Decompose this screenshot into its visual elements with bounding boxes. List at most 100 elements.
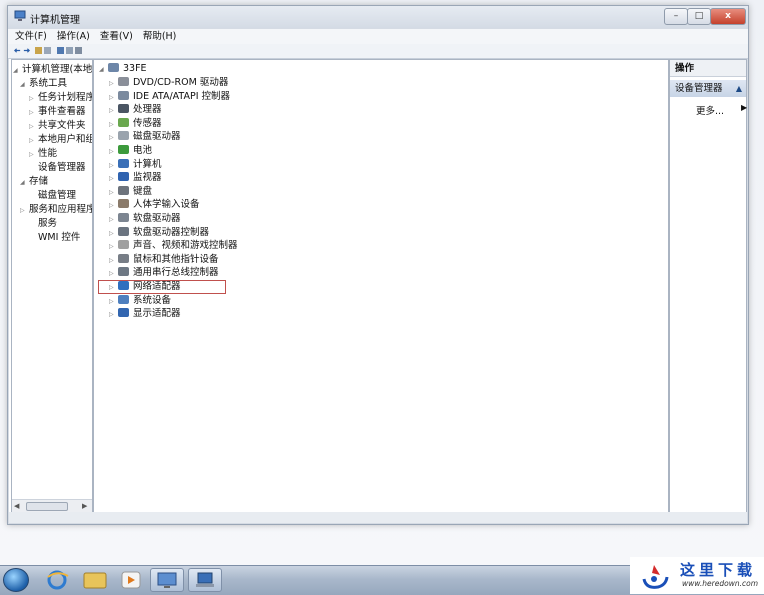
taskbar-media-player-icon[interactable] <box>114 568 148 592</box>
taskbar-ie-icon[interactable] <box>40 568 74 592</box>
tree-item-device-manager[interactable]: 设备管理器 <box>29 161 86 174</box>
expand-arrow-icon[interactable]: ▷ <box>109 145 118 158</box>
tree-item-computer-management[interactable]: ◢ 计算机管理(本地 <box>13 63 92 76</box>
expand-arrow-icon[interactable]: ▷ <box>20 204 29 217</box>
menu-action[interactable]: 操作(A) <box>50 29 90 44</box>
scroll-thumb[interactable] <box>26 502 68 511</box>
expand-arrow-icon[interactable]: ▷ <box>109 91 118 104</box>
tree-item-task-scheduler[interactable]: ▷ 任务计划程序 <box>29 91 92 105</box>
device-category-item[interactable]: ▷ 人体学输入设备 <box>109 198 200 211</box>
device-category-item[interactable]: ▷ 处理器 <box>109 103 162 116</box>
expand-arrow-icon[interactable]: ▷ <box>109 213 118 226</box>
taskbar-computer-management-icon[interactable] <box>150 568 184 592</box>
expand-arrow-icon[interactable]: ◢ <box>13 64 22 77</box>
expand-arrow-icon[interactable]: ▷ <box>109 172 118 185</box>
tree-item-storage[interactable]: ◢ 存储 <box>20 175 48 188</box>
device-category-icon <box>118 185 129 195</box>
tree-item-event-viewer[interactable]: ▷ 事件查看器 <box>29 105 86 118</box>
device-category-icon <box>118 131 129 141</box>
collapse-up-icon[interactable]: ▲ <box>736 80 742 97</box>
device-category-item[interactable]: ▷ 键盘 <box>109 185 152 198</box>
submenu-arrow-icon: ▶ <box>741 103 748 112</box>
tree-item-services[interactable]: 服务 <box>29 217 57 230</box>
tree-item-services-apps[interactable]: ▷ 服务和应用程序 <box>20 203 92 217</box>
expand-arrow-icon[interactable]: ▷ <box>109 118 118 131</box>
back-icon[interactable] <box>14 47 21 54</box>
start-orb-icon[interactable] <box>3 568 29 592</box>
forward-icon[interactable] <box>23 47 30 54</box>
device-category-item[interactable]: ▷ 显示适配器 <box>109 307 181 320</box>
device-category-item[interactable]: ▷ 监视器 <box>109 171 162 184</box>
tree-item-local-users[interactable]: ▷ 本地用户和组 <box>29 133 92 147</box>
minimize-button[interactable]: – <box>664 8 688 25</box>
help-icon[interactable] <box>66 47 73 54</box>
expand-arrow-icon[interactable]: ▷ <box>109 254 118 267</box>
properties-icon[interactable] <box>57 47 64 54</box>
device-category-item[interactable]: ▷ IDE ATA/ATAPI 控制器 <box>109 90 230 103</box>
device-category-icon <box>118 117 129 127</box>
title-bar[interactable]: 计算机管理 – □ x <box>8 6 748 28</box>
scroll-left-icon[interactable]: ◀ <box>14 502 19 510</box>
tree-item-system-tools[interactable]: ◢ 系统工具 <box>20 77 67 90</box>
menu-help[interactable]: 帮助(H) <box>136 29 177 44</box>
expand-arrow-icon[interactable]: ▷ <box>109 159 118 172</box>
expand-arrow-icon[interactable]: ◢ <box>20 176 29 189</box>
close-button[interactable]: x <box>710 8 746 25</box>
show-tree-icon[interactable] <box>44 47 51 54</box>
device-root[interactable]: ◢ 33FE <box>99 62 147 75</box>
device-category-icon <box>118 172 129 182</box>
device-category-icon <box>118 226 129 236</box>
device-category-item[interactable]: ▷ DVD/CD-ROM 驱动器 <box>109 76 228 89</box>
expand-arrow-icon[interactable]: ▷ <box>29 148 38 161</box>
expand-arrow-icon[interactable]: ▷ <box>109 267 118 280</box>
device-category-item[interactable]: ▷ 传感器 <box>109 117 162 130</box>
maximize-button[interactable]: □ <box>687 8 711 25</box>
taskbar-explorer-icon[interactable] <box>78 568 112 592</box>
expand-arrow-icon[interactable]: ▷ <box>109 308 118 321</box>
tree-item-shared-folders[interactable]: ▷ 共享文件夹 <box>29 119 86 132</box>
device-category-item[interactable]: ▷ 磁盘驱动器 <box>109 130 181 143</box>
more-actions-link[interactable]: 更多... ▶ <box>696 103 747 117</box>
device-category-item[interactable]: ▷ 软盘驱动器控制器 <box>109 226 209 239</box>
expand-arrow-icon[interactable]: ▷ <box>109 199 118 212</box>
expand-arrow-icon[interactable]: ◢ <box>99 63 108 76</box>
device-category-item[interactable]: ▷ 电池 <box>109 144 152 157</box>
expand-arrow-icon[interactable]: ▷ <box>109 227 118 240</box>
device-category-item[interactable]: ▷ 计算机 <box>109 158 162 171</box>
taskbar-device-manager-icon[interactable] <box>188 568 222 592</box>
expand-arrow-icon[interactable]: ◢ <box>20 78 29 91</box>
device-category-icon <box>118 199 129 209</box>
device-category-item[interactable]: ▷ 声音、视频和游戏控制器 <box>109 239 238 252</box>
expand-arrow-icon[interactable]: ▷ <box>109 104 118 117</box>
device-category-label: 鼠标和其他指针设备 <box>133 253 219 265</box>
expand-arrow-icon[interactable]: ▷ <box>29 106 38 119</box>
expand-arrow-icon[interactable]: ▷ <box>109 240 118 253</box>
device-category-icon <box>118 294 129 304</box>
view-icon[interactable] <box>75 47 82 54</box>
device-category-icon <box>118 104 129 114</box>
actions-section-device-manager[interactable]: 设备管理器 ▲ <box>670 80 746 97</box>
device-category-item[interactable]: ▷ 系统设备 <box>109 294 171 307</box>
menu-file[interactable]: 文件(F) <box>8 29 47 44</box>
tree-item-wmi-control[interactable]: WMI 控件 <box>29 231 80 244</box>
expand-arrow-icon[interactable]: ▷ <box>109 77 118 90</box>
tree-item-performance[interactable]: ▷ 性能 <box>29 147 57 160</box>
window-title: 计算机管理 <box>30 15 80 26</box>
expand-arrow-icon[interactable]: ▷ <box>109 131 118 144</box>
horizontal-scrollbar[interactable]: ◀ ▶ <box>12 499 92 512</box>
expand-arrow-icon[interactable]: ▷ <box>29 92 38 105</box>
device-category-item[interactable]: ▷ 鼠标和其他指针设备 <box>109 253 219 266</box>
up-folder-icon[interactable] <box>35 47 42 54</box>
device-category-item[interactable]: ▷ 软盘驱动器 <box>109 212 181 225</box>
menu-view[interactable]: 查看(V) <box>93 29 133 44</box>
device-category-item[interactable]: ▷ 通用串行总线控制器 <box>109 266 219 279</box>
expand-arrow-icon[interactable]: ▷ <box>109 295 118 308</box>
device-category-icon <box>118 77 129 86</box>
expand-arrow-icon[interactable]: ▷ <box>29 120 38 133</box>
expand-arrow-icon[interactable]: ▷ <box>29 134 38 147</box>
tree-item-disk-management[interactable]: 磁盘管理 <box>29 189 76 202</box>
scroll-right-icon[interactable]: ▶ <box>82 502 87 510</box>
expand-arrow-icon[interactable]: ▷ <box>109 186 118 199</box>
device-category-label: 软盘驱动器 <box>133 213 181 224</box>
device-category-label: 键盘 <box>133 185 153 197</box>
